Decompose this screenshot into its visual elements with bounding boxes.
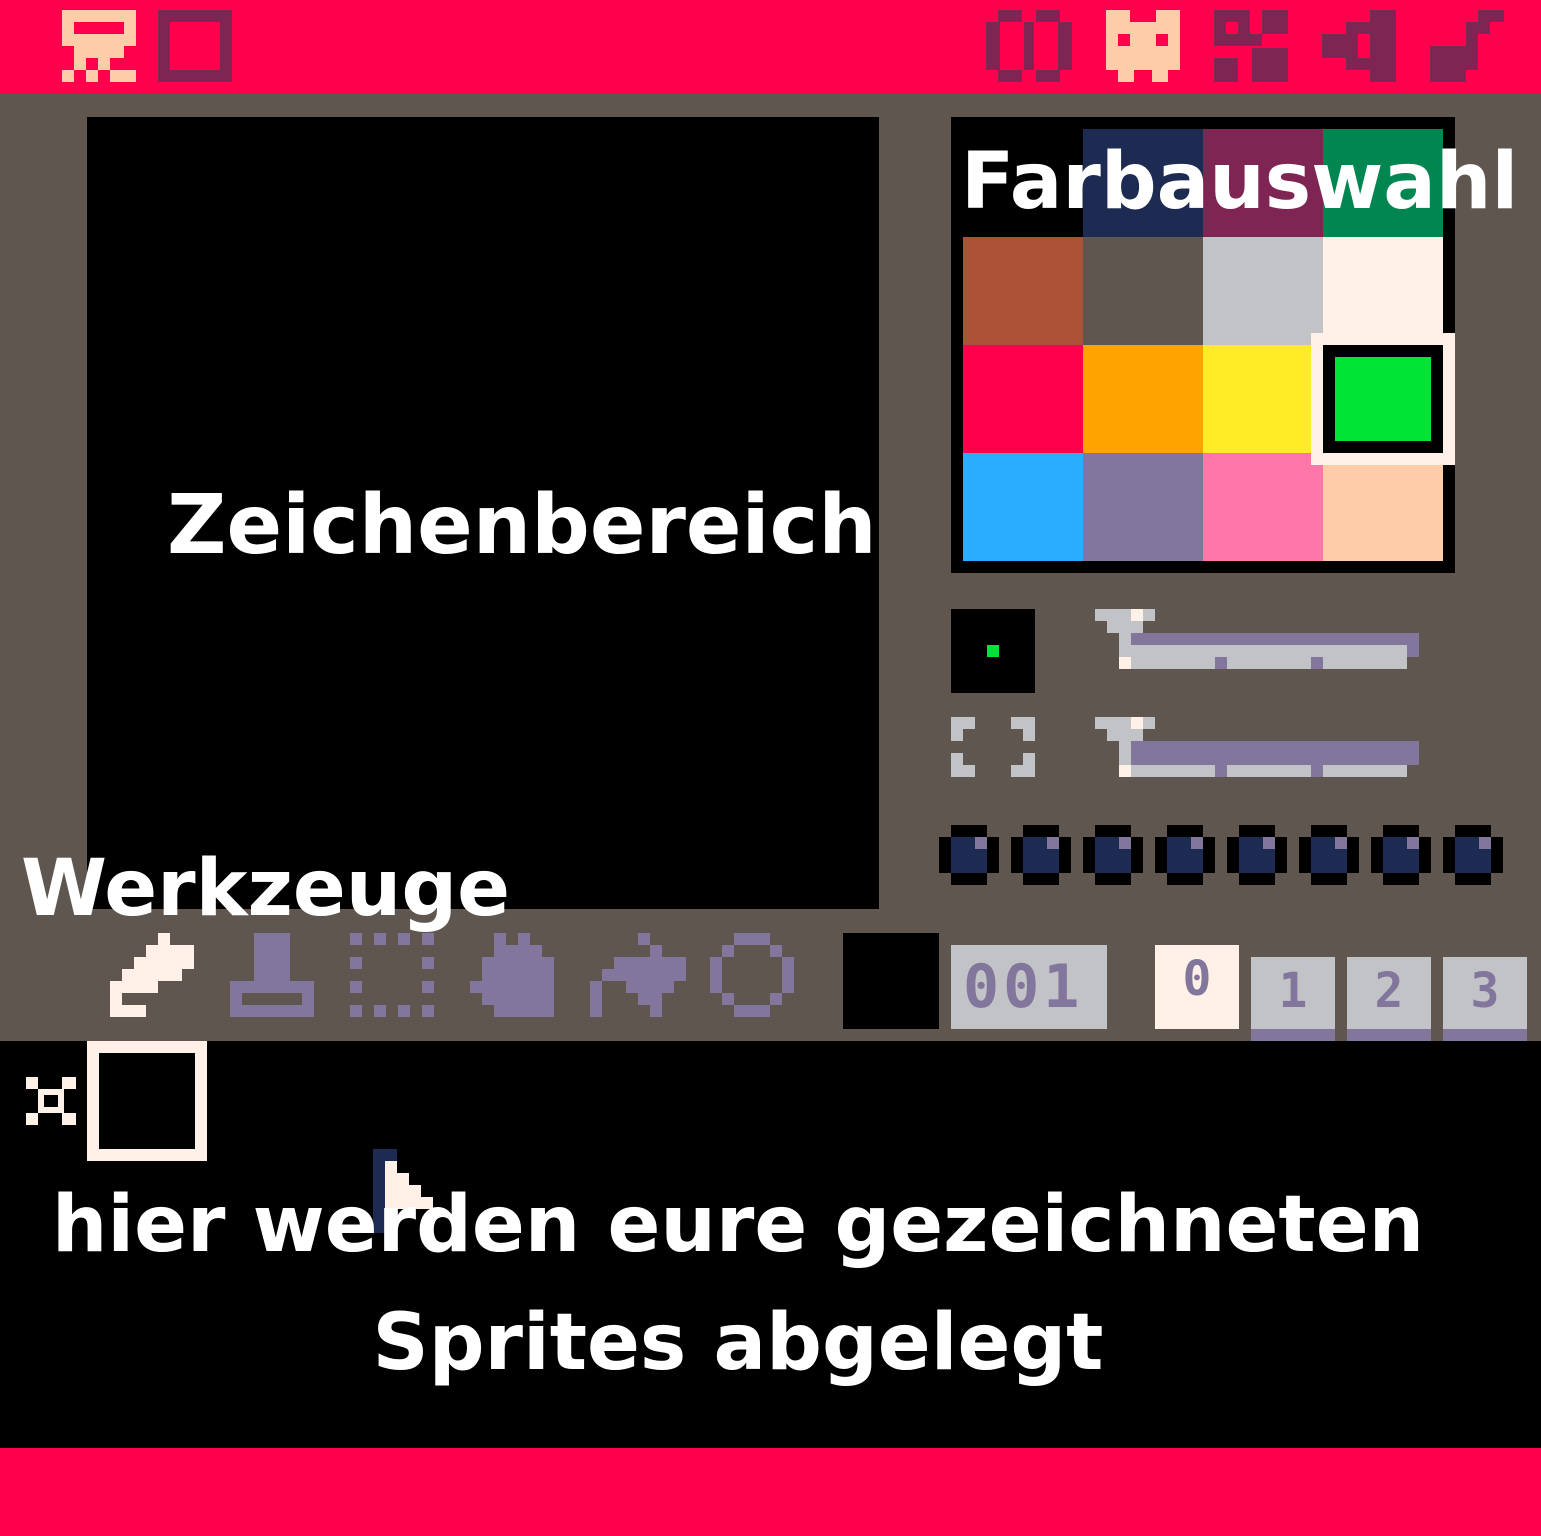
selected-color-swatch[interactable] <box>1335 357 1431 441</box>
sheet-tab-1[interactable]: 1 <box>1251 957 1335 1041</box>
sprite-flag-toggle[interactable] <box>1011 825 1071 885</box>
sheet-annotation-line2: Sprites abgelegt <box>372 1298 1104 1388</box>
palette-swatch[interactable] <box>1083 345 1203 453</box>
brush-preview <box>951 609 1035 693</box>
zoom-slider[interactable] <box>1095 717 1419 777</box>
map-editor-icon[interactable] <box>1214 10 1288 82</box>
brush-dot <box>987 645 999 657</box>
sprite-flag-toggle[interactable] <box>1299 825 1359 885</box>
palette-swatch[interactable] <box>963 453 1083 561</box>
selected-sprite-cell[interactable] <box>87 1041 207 1161</box>
palette-swatch[interactable] <box>1323 453 1443 561</box>
stamp-icon[interactable] <box>230 933 316 1019</box>
sheet-tab-3[interactable]: 3 <box>1443 957 1527 1041</box>
sprite-flag-toggle[interactable] <box>939 825 999 885</box>
sfx-editor-icon[interactable] <box>1322 10 1396 82</box>
palette-swatch[interactable] <box>1203 453 1323 561</box>
sheet-tab-label: 2 <box>1374 963 1404 1019</box>
brush-size-slider[interactable] <box>1095 609 1419 669</box>
shape-icon[interactable] <box>710 933 796 1019</box>
sheet-annotation-line1: hier werden eure gezeichneten <box>51 1180 1425 1270</box>
pico8-menu-icon[interactable] <box>62 10 136 82</box>
palette-swatch[interactable] <box>963 345 1083 453</box>
zoom-icon <box>951 717 1035 777</box>
palette-annotation: Farbauswahl <box>961 137 1519 227</box>
sprite-preview <box>843 933 939 1029</box>
sprite-number-box[interactable]: 001 <box>951 945 1107 1029</box>
sheet-tab-label: 0 <box>1182 951 1212 1007</box>
palette-swatch[interactable] <box>963 237 1083 345</box>
code-editor-icon[interactable] <box>986 10 1072 82</box>
sheet-marker-icon <box>26 1077 76 1125</box>
mode-toolbar <box>0 0 1541 94</box>
sheet-tab-label: 1 <box>1278 963 1308 1019</box>
sprite-flag-toggle[interactable] <box>1443 825 1503 885</box>
palette-swatch[interactable] <box>1203 237 1323 345</box>
music-editor-icon[interactable] <box>1430 10 1504 82</box>
sheet-tab-label: 3 <box>1470 963 1500 1019</box>
sprite-number: 001 <box>963 952 1084 1022</box>
status-bar <box>0 1448 1541 1536</box>
sheet-tab-2[interactable]: 2 <box>1347 957 1431 1041</box>
sprite-flag-toggle[interactable] <box>1371 825 1431 885</box>
sprite-flag-toggle[interactable] <box>1227 825 1287 885</box>
fill-icon[interactable] <box>590 933 688 1019</box>
sprite-flag-toggle[interactable] <box>1083 825 1143 885</box>
palette-swatch[interactable] <box>1203 345 1323 453</box>
fullscreen-icon[interactable] <box>158 10 232 82</box>
sheet-tab-0[interactable]: 0 <box>1155 945 1239 1041</box>
palette-swatch[interactable] <box>1323 237 1443 345</box>
sprite-flag-toggle[interactable] <box>1155 825 1215 885</box>
tools-annotation: Werkzeuge <box>21 844 511 934</box>
sprite-editor-icon[interactable] <box>1106 10 1180 82</box>
canvas-annotation: Zeichenbereich <box>167 478 877 573</box>
pan-icon[interactable] <box>470 933 556 1019</box>
palette-swatch[interactable] <box>1083 453 1203 561</box>
select-icon[interactable] <box>350 933 436 1019</box>
pencil-icon[interactable] <box>110 933 196 1019</box>
palette-swatch[interactable] <box>1083 237 1203 345</box>
